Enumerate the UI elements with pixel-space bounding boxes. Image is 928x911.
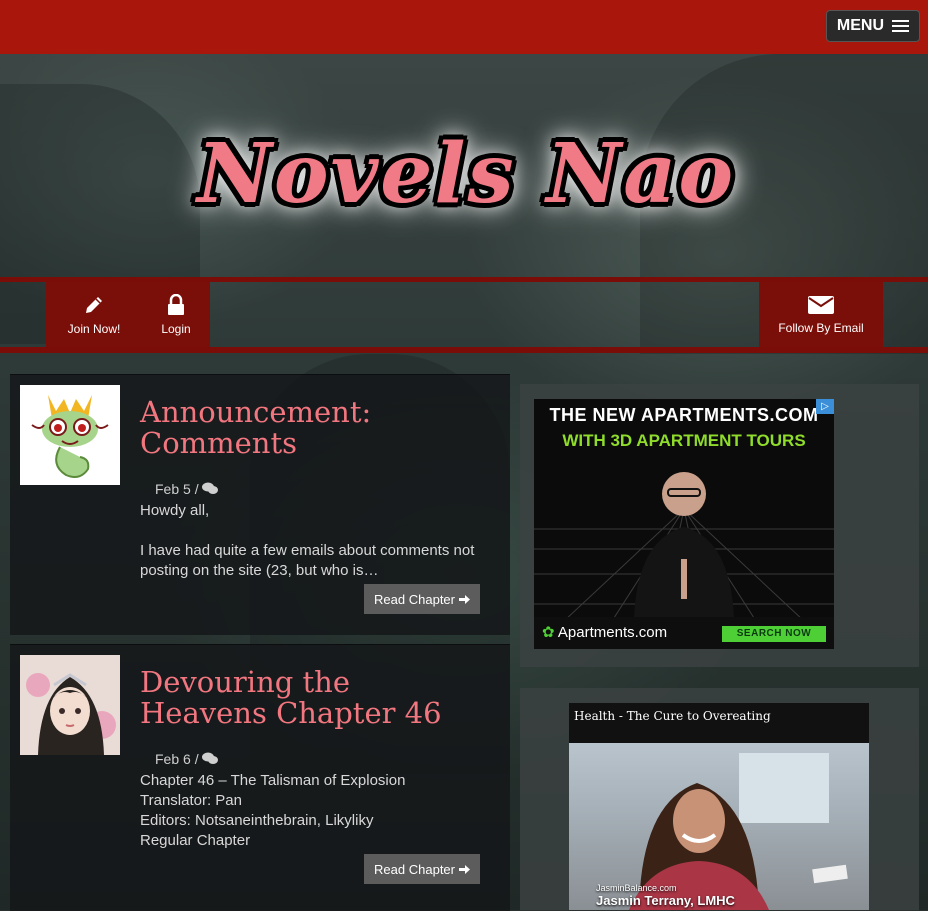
health-video-ad[interactable]: Health - The Cure to Overeating Jasmin T… [569,703,869,910]
comments-icon[interactable] [202,482,219,495]
nav-left-group: Join Now! Login [46,282,210,347]
login-link[interactable]: Login [142,282,210,347]
ad-brand: ✿ Apartments.com [542,623,667,641]
post-meta: Feb 6 / [155,751,219,767]
join-now-link[interactable]: Join Now! [46,282,142,347]
excerpt-line: Howdy all, [140,502,210,519]
ad-video-title: Health - The Cure to Overeating [574,709,771,723]
excerpt-spacer [140,521,480,541]
logo-text: Novels Nao [196,126,736,222]
follow-by-email-link[interactable]: Follow By Email [759,282,883,347]
ad-person-name: Jasmin Terrany, LMHC [596,893,735,908]
hamburger-icon [892,20,909,32]
nav-right-group: Follow By Email [759,282,883,347]
lock-icon [168,293,184,315]
excerpt-line: I have had quite a few emails about comm… [140,542,475,579]
menu-button[interactable]: MENU [825,10,920,42]
login-label: Login [161,321,191,336]
post-card: Announcement: Comments Feb 5 / Howdy all… [10,374,510,635]
excerpt-line: Regular Chapter [140,832,251,849]
read-chapter-label: Read Chapter [374,861,455,877]
post-title[interactable]: Devouring the Heavens Chapter 46 [140,667,480,729]
arrow-right-icon [459,594,470,604]
site-logo[interactable]: Novels Nao [160,104,772,244]
post-card: Devouring the Heavens Chapter 46 Feb 6 /… [10,644,510,911]
ad-search-button[interactable]: SEARCH NOW [722,626,826,642]
join-now-label: Join Now! [67,321,121,336]
ad-brand-text: Apartments.com [557,624,668,641]
ad-headline: THE NEW APARTMENTS.COM [549,405,819,425]
post-excerpt: Chapter 46 – The Talisman of Explosion T… [140,771,480,851]
post-thumbnail[interactable] [20,655,120,755]
arrow-right-icon [459,864,470,874]
read-chapter-button[interactable]: Read Chapter [364,854,480,884]
apartments-logo-icon: ✿ [542,624,555,641]
apartments-ad[interactable]: THE NEW APARTMENTS.COM WITH 3D APARTMENT… [534,399,834,649]
post-excerpt: Howdy all, I have had quite a few emails… [140,501,480,581]
follow-by-email-label: Follow By Email [778,320,864,335]
excerpt-line: Chapter 46 – The Talisman of Explosion [140,772,406,789]
nav-divider-bottom [0,347,928,353]
menu-label: MENU [836,17,884,34]
comments-icon[interactable] [202,752,219,765]
pencil-icon [86,296,102,313]
post-date: Feb 6 / [155,751,199,767]
post-meta: Feb 5 / [155,481,219,497]
top-bar: MENU [0,0,928,54]
excerpt-line: Translator: Pan [140,792,242,809]
ad-subheadline: WITH 3D APARTMENT TOURS [562,431,806,450]
read-chapter-button[interactable]: Read Chapter [364,584,480,614]
excerpt-line: Editors: Notsaneinthebrain, Likyliky [140,812,374,829]
adchoices-icon[interactable]: ▷ [816,399,834,414]
ad-person-site: JasminBalance.com [596,883,677,893]
read-chapter-label: Read Chapter [374,591,455,607]
post-title[interactable]: Announcement: Comments [140,397,480,459]
post-date: Feb 5 / [155,481,199,497]
envelope-icon [808,295,834,314]
post-thumbnail[interactable] [20,385,120,485]
